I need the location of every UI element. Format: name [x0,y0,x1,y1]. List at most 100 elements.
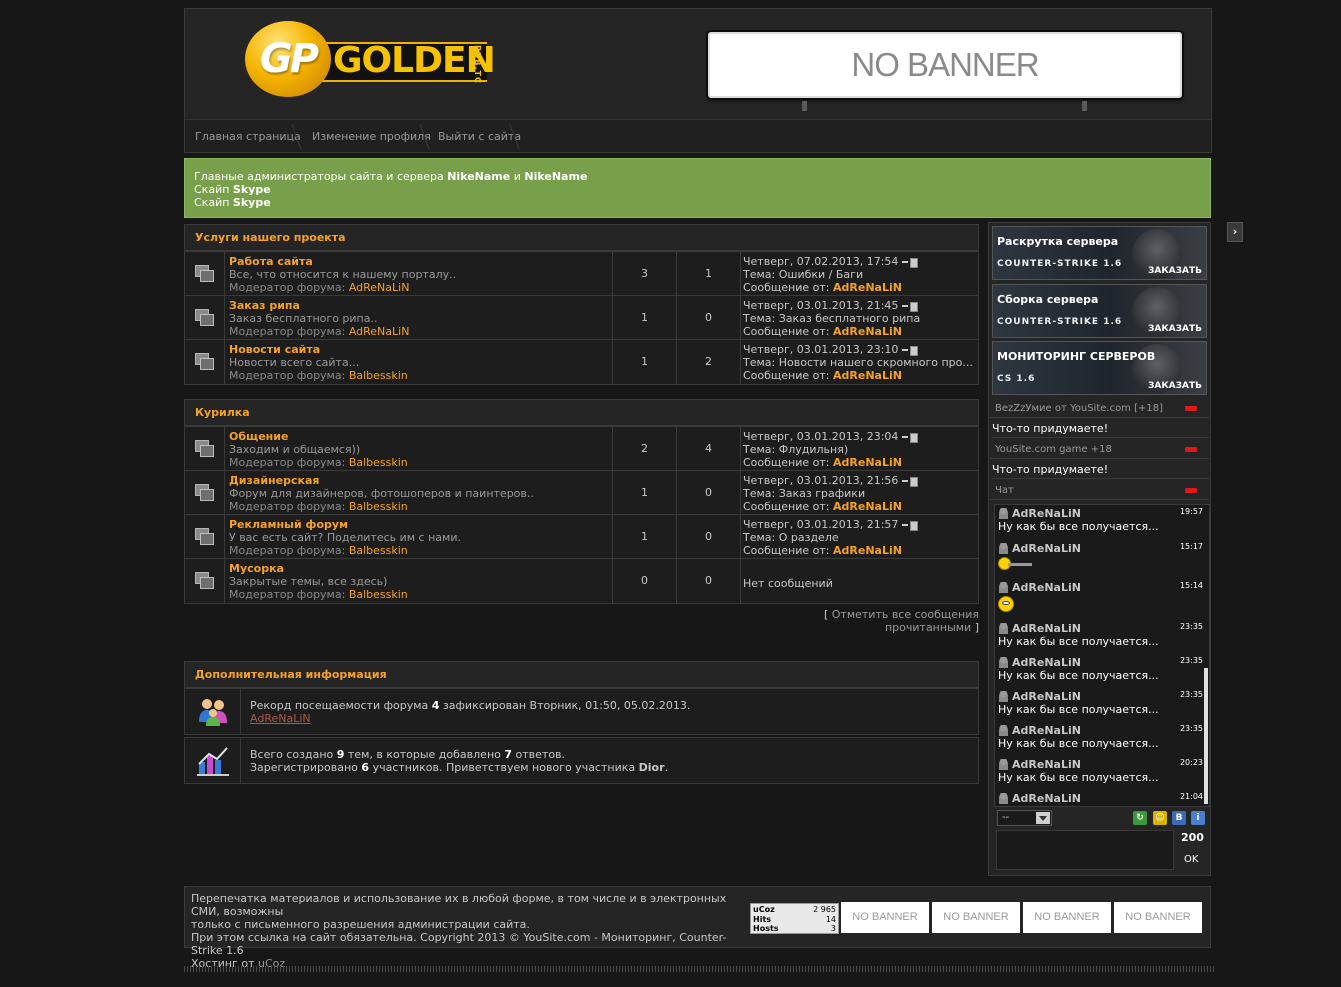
chat-user[interactable]: AdReNaLiN [998,622,1203,635]
arrow-right-icon[interactable] [902,521,919,531]
folder-icon [195,484,214,501]
chat-user[interactable]: AdReNaLiN [998,507,1203,520]
forum-link[interactable]: Работа сайта [229,255,608,268]
last-post-user[interactable]: AdReNaLiN [833,325,902,338]
chat-send-button[interactable]: OK [1184,854,1198,865]
chat-user[interactable]: AdReNaLiN [998,792,1203,805]
last-post-topic[interactable]: Тема: О разделе [743,531,976,544]
banner-stand-left [802,101,807,111]
moderator-link[interactable]: AdReNaLiN [349,281,410,294]
minimize-icon[interactable] [1185,447,1197,452]
chat-select[interactable]: -- [997,810,1052,826]
footer-banner[interactable]: NO BANNER [932,902,1020,933]
moderator-link[interactable]: Balbesskin [349,456,408,469]
moderator-link[interactable]: Balbesskin [349,588,408,601]
chat-message: AdReNaLiN 20:23 Ну как бы все получается… [998,758,1203,784]
forum-link[interactable]: Общение [229,430,608,443]
chat-message: AdReNaLiN 23:35 Ну как бы все получается… [998,690,1203,716]
sidebar-block-header: YouSite.com game +18 [990,440,1209,459]
last-post-date: Четверг, 03.01.2013, 21:45 [743,299,899,312]
post-count: 0 [677,515,741,559]
mark-all-read-link[interactable]: Отметить все сообщения прочитанными [832,608,979,634]
ucoz-counter[interactable]: uCoz 2 965 Hits 14 Hosts 3 [750,903,839,934]
logo-mark: GP [245,21,331,97]
chat-message: AdReNaLiN 23:35 Ну как бы все получается… [998,724,1203,750]
forum-description: У вас есть сайт? Поделитесь им с нами. [229,531,461,544]
chevron-down-icon [1036,812,1050,824]
chat-scrollbar[interactable] [1204,668,1208,804]
top-banner[interactable]: NO BANNER [708,32,1182,98]
site-footer: Перепечатка материалов и использование и… [184,886,1211,970]
footer-banner[interactable]: NO BANNER [841,902,929,933]
chat-messages[interactable]: AdReNaLiN 19:57 Ну как бы все получается… [994,504,1210,807]
arrow-right-icon[interactable] [902,258,919,268]
last-post-user[interactable]: AdReNaLiN [833,500,902,513]
arrow-right-icon[interactable] [902,346,919,356]
moderator-link[interactable]: AdReNaLiN [349,325,410,338]
chat-user[interactable]: AdReNaLiN [998,724,1203,737]
moderator-link[interactable]: Balbesskin [349,369,408,382]
post-count: 1 [677,252,741,296]
site-logo[interactable]: GP GOLDEN PUB.TC [245,21,496,97]
last-post-user[interactable]: AdReNaLiN [833,544,902,557]
sidebar-block-text: Что-то придумаете! [992,461,1209,479]
forum-table: Работа сайта Все, что относится к нашему… [184,251,979,385]
last-post-user[interactable]: AdReNaLiN [833,456,902,469]
arrow-right-icon[interactable] [902,433,919,443]
last-post-topic[interactable]: Тема: Ошибки / Баги [743,268,976,281]
arrow-right-icon[interactable] [902,302,919,312]
last-post-user[interactable]: AdReNaLiN [833,369,902,382]
forum-link[interactable]: Новости сайта [229,343,608,356]
chat-user[interactable]: AdReNaLiN [998,542,1203,555]
forum-row: Заказ рипа Заказ бесплатного рипа.. Моде… [185,296,978,340]
chat-message-input[interactable] [996,830,1174,870]
minimize-icon[interactable] [1185,406,1197,411]
promo-banner-boost[interactable]: Раскрутка сервера COUNTER-STRIKE 1.6 ЗАК… [992,226,1207,280]
vk-icon[interactable]: В [1172,811,1186,825]
moderator-link[interactable]: Balbesskin [349,500,408,513]
arrow-right-icon[interactable] [902,477,919,487]
footer-banner[interactable]: NO BANNER [1114,902,1202,933]
chat-user[interactable]: AdReNaLiN [998,581,1203,594]
notice-line-admins: Главные администраторы сайта и сервера N… [194,170,588,183]
chat-char-counter: 200 [1181,831,1204,844]
forum-description: Закрытые темы, все здесь) [229,575,388,588]
category-header[interactable]: Курилка [184,399,979,426]
record-user-link[interactable]: AdReNaLiN [250,712,311,725]
footer-banner[interactable]: NO BANNER [1023,902,1111,933]
category-header[interactable]: Услуги нашего проекта [184,224,979,251]
gun-smiley-icon [998,557,1038,571]
forum-link[interactable]: Заказ рипа [229,299,608,312]
forum-description: Новости всего сайта... [229,356,360,369]
chat-user[interactable]: AdReNaLiN [998,690,1203,703]
forum-link[interactable]: Дизайнерская [229,474,608,487]
chat-user[interactable]: AdReNaLiN [998,656,1203,669]
minimize-icon[interactable] [1185,488,1197,493]
smiley-picker-icon[interactable]: ☺ [1153,811,1167,825]
info-icon[interactable]: i [1191,811,1205,825]
refresh-icon[interactable]: ↻ [1133,811,1147,825]
forum-link[interactable]: Рекламный форум [229,518,608,531]
forum-description: Заходим и общаемся)) [229,443,361,456]
sidebar-block-text: Что-то придумаете! [992,420,1209,438]
forum-row: Рекламный форум У вас есть сайт? Поделит… [185,515,978,559]
last-post-topic[interactable]: Тема: Флудильня) [743,443,976,456]
notice-line-skype-2: Скайп Skype [194,196,271,209]
new-user-link[interactable]: Dior [639,761,665,774]
promo-banner-monitoring[interactable]: МОНИТОРИНГ СЕРВЕРОВ CS 1.6 ЗАКАЗАТЬ [992,341,1207,395]
last-post-user[interactable]: AdReNaLiN [833,281,902,294]
sidebar-toggle-button[interactable]: › [1227,222,1243,242]
post-count: 2 [677,340,741,384]
forum-row: Общение Заходим и общаемся)) Модератор ф… [185,427,978,471]
last-post-topic[interactable]: Тема: Заказ графики [743,487,976,500]
site-header: GP GOLDEN PUB.TC NO BANNER Главная стран… [184,8,1212,153]
last-post-topic[interactable]: Тема: Новости нашего скромного про... [743,356,976,369]
promo-banner-build[interactable]: Сборка сервера COUNTER-STRIKE 1.6 ЗАКАЗА… [992,284,1207,338]
forum-link[interactable]: Мусорка [229,562,608,575]
moderator-link[interactable]: Balbesskin [349,544,408,557]
chat-user[interactable]: AdReNaLiN [998,758,1203,771]
folder-icon [195,440,214,457]
folder-icon [195,353,214,370]
notice-line-skype-1: Скайп Skype [194,183,271,196]
last-post-topic[interactable]: Тема: Заказ бесплатного рипа [743,312,976,325]
